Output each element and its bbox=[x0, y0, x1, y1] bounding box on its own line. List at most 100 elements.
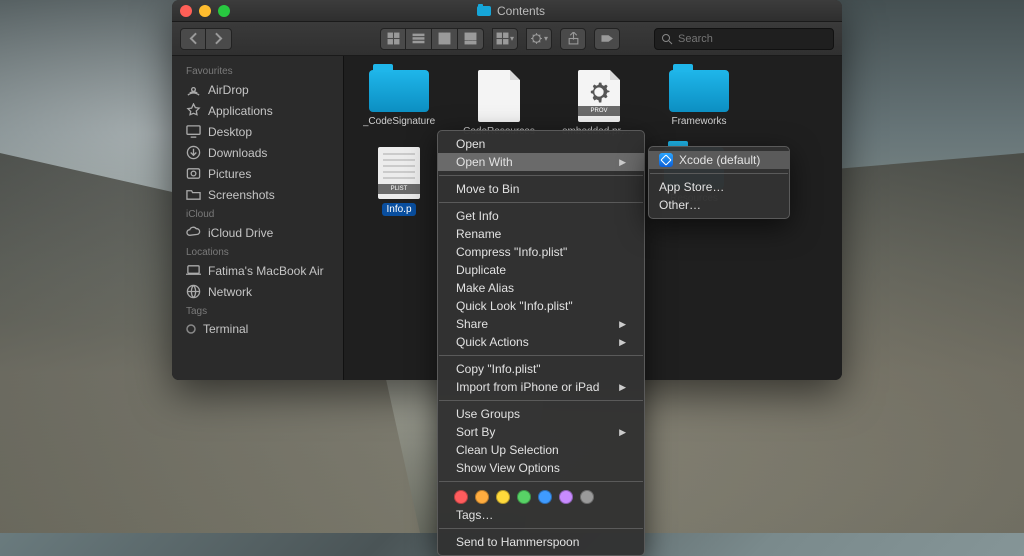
folder-icon bbox=[477, 6, 491, 16]
sidebar-item-macbook[interactable]: Fatima's MacBook Air bbox=[172, 260, 343, 281]
close-button[interactable] bbox=[180, 5, 192, 17]
folder-icon bbox=[186, 187, 201, 202]
tag-color-blue[interactable] bbox=[538, 490, 552, 504]
submenu-item-other[interactable]: Other… bbox=[649, 196, 789, 214]
submenu-item-xcode[interactable]: Xcode (default) bbox=[649, 151, 789, 169]
menu-item-open-with[interactable]: Open With▶ bbox=[438, 153, 644, 171]
sidebar-item-network[interactable]: Network bbox=[172, 281, 343, 302]
document-icon bbox=[478, 70, 520, 122]
file-label: Frameworks bbox=[671, 116, 726, 127]
menu-item-make-alias[interactable]: Make Alias bbox=[438, 279, 644, 297]
menu-item-copy[interactable]: Copy "Info.plist" bbox=[438, 360, 644, 378]
menu-item-label: Sort By bbox=[456, 425, 495, 439]
back-button[interactable] bbox=[180, 28, 206, 50]
menu-separator bbox=[439, 400, 643, 401]
zoom-button[interactable] bbox=[218, 5, 230, 17]
arrange-button[interactable]: ▾ bbox=[492, 28, 518, 50]
menu-item-sort-by[interactable]: Sort By ▶ bbox=[438, 423, 644, 441]
menu-item-use-groups[interactable]: Use Groups bbox=[438, 405, 644, 423]
submenu-item-label: Xcode (default) bbox=[679, 153, 760, 167]
search-field[interactable] bbox=[654, 28, 834, 50]
search-input[interactable] bbox=[678, 33, 827, 45]
submenu-arrow-icon: ▶ bbox=[619, 382, 626, 393]
menu-item-open[interactable]: Open bbox=[438, 135, 644, 153]
file-item[interactable]: Frameworks bbox=[662, 70, 736, 137]
file-grid: _CodeSignature CodeResources PROV embedd… bbox=[362, 70, 824, 137]
view-mode-group bbox=[380, 28, 484, 50]
sidebar-heading-locations: Locations bbox=[172, 243, 343, 260]
forward-button[interactable] bbox=[206, 28, 232, 50]
tag-color-yellow[interactable] bbox=[496, 490, 510, 504]
menu-separator bbox=[439, 202, 643, 203]
sidebar-item-airdrop[interactable]: AirDrop bbox=[172, 79, 343, 100]
menu-item-label: Copy "Info.plist" bbox=[456, 362, 541, 376]
menu-item-hammerspoon[interactable]: Send to Hammerspoon bbox=[438, 533, 644, 551]
action-group: ▾ bbox=[526, 28, 552, 50]
tag-color-green[interactable] bbox=[517, 490, 531, 504]
file-item[interactable]: PROV embedded.provisi bbox=[562, 70, 636, 137]
sidebar-item-tag-terminal[interactable]: Terminal bbox=[172, 319, 343, 339]
arrange-group: ▾ bbox=[492, 28, 518, 50]
sidebar-item-screenshots[interactable]: Screenshots bbox=[172, 184, 343, 205]
menu-item-label: Quick Look "Info.plist" bbox=[456, 299, 573, 313]
menu-item-compress[interactable]: Compress "Info.plist" bbox=[438, 243, 644, 261]
gallery-view-button[interactable] bbox=[458, 28, 484, 50]
submenu-item-label: Other… bbox=[659, 198, 701, 212]
file-item-selected[interactable]: PLIST Info.p bbox=[362, 147, 436, 216]
column-view-button[interactable] bbox=[432, 28, 458, 50]
folder-icon bbox=[369, 70, 429, 112]
sidebar-item-desktop[interactable]: Desktop bbox=[172, 121, 343, 142]
tag-color-purple[interactable] bbox=[559, 490, 573, 504]
menu-item-tags[interactable]: Tags… bbox=[438, 506, 644, 524]
menu-item-share[interactable]: Share▶ bbox=[438, 315, 644, 333]
menu-item-rename[interactable]: Rename bbox=[438, 225, 644, 243]
file-item[interactable]: _CodeSignature bbox=[362, 70, 436, 137]
folder-icon bbox=[669, 70, 729, 112]
submenu-arrow-icon: ▶ bbox=[619, 337, 626, 348]
icloud-icon bbox=[186, 225, 201, 240]
sidebar-item-icloud-drive[interactable]: iCloud Drive bbox=[172, 222, 343, 243]
tag-color-orange[interactable] bbox=[475, 490, 489, 504]
menu-item-label: Duplicate bbox=[456, 263, 506, 277]
menu-item-label: Compress "Info.plist" bbox=[456, 245, 567, 259]
minimize-button[interactable] bbox=[199, 5, 211, 17]
sidebar-item-label: AirDrop bbox=[208, 83, 249, 97]
menu-item-import[interactable]: Import from iPhone or iPad▶ bbox=[438, 378, 644, 396]
sidebar-heading-icloud: iCloud bbox=[172, 205, 343, 222]
sidebar-item-label: Desktop bbox=[208, 125, 252, 139]
file-item[interactable]: CodeResources bbox=[462, 70, 536, 137]
list-view-button[interactable] bbox=[406, 28, 432, 50]
share-button[interactable] bbox=[560, 28, 586, 50]
network-icon bbox=[186, 284, 201, 299]
menu-item-label: Show View Options bbox=[456, 461, 560, 475]
menu-item-label: Rename bbox=[456, 227, 501, 241]
menu-item-duplicate[interactable]: Duplicate bbox=[438, 261, 644, 279]
xcode-icon bbox=[659, 153, 673, 167]
submenu-arrow-icon: ▶ bbox=[619, 427, 626, 438]
downloads-icon bbox=[186, 145, 201, 160]
toolbar: ▾ ▾ bbox=[172, 22, 842, 56]
submenu-item-app-store[interactable]: App Store… bbox=[649, 178, 789, 196]
menu-item-get-info[interactable]: Get Info bbox=[438, 207, 644, 225]
icon-view-button[interactable] bbox=[380, 28, 406, 50]
menu-item-quick-look[interactable]: Quick Look "Info.plist" bbox=[438, 297, 644, 315]
menu-item-quick-actions[interactable]: Quick Actions▶ bbox=[438, 333, 644, 351]
menu-item-move-to-bin[interactable]: Move to Bin bbox=[438, 180, 644, 198]
menu-separator bbox=[439, 175, 643, 176]
tags-button[interactable] bbox=[594, 28, 620, 50]
menu-item-label: Tags… bbox=[456, 508, 493, 522]
tag-color-red[interactable] bbox=[454, 490, 468, 504]
sidebar-item-downloads[interactable]: Downloads bbox=[172, 142, 343, 163]
action-button[interactable]: ▾ bbox=[526, 28, 552, 50]
menu-item-clean-up[interactable]: Clean Up Selection bbox=[438, 441, 644, 459]
sidebar-item-label: Network bbox=[208, 285, 252, 299]
sidebar-item-pictures[interactable]: Pictures bbox=[172, 163, 343, 184]
menu-item-view-options[interactable]: Show View Options bbox=[438, 459, 644, 477]
submenu-arrow-icon: ▶ bbox=[619, 157, 626, 168]
menu-separator bbox=[439, 528, 643, 529]
menu-item-label: Make Alias bbox=[456, 281, 514, 295]
menu-item-label: Clean Up Selection bbox=[456, 443, 559, 457]
submenu-arrow-icon: ▶ bbox=[619, 319, 626, 330]
tag-color-grey[interactable] bbox=[580, 490, 594, 504]
sidebar-item-applications[interactable]: Applications bbox=[172, 100, 343, 121]
